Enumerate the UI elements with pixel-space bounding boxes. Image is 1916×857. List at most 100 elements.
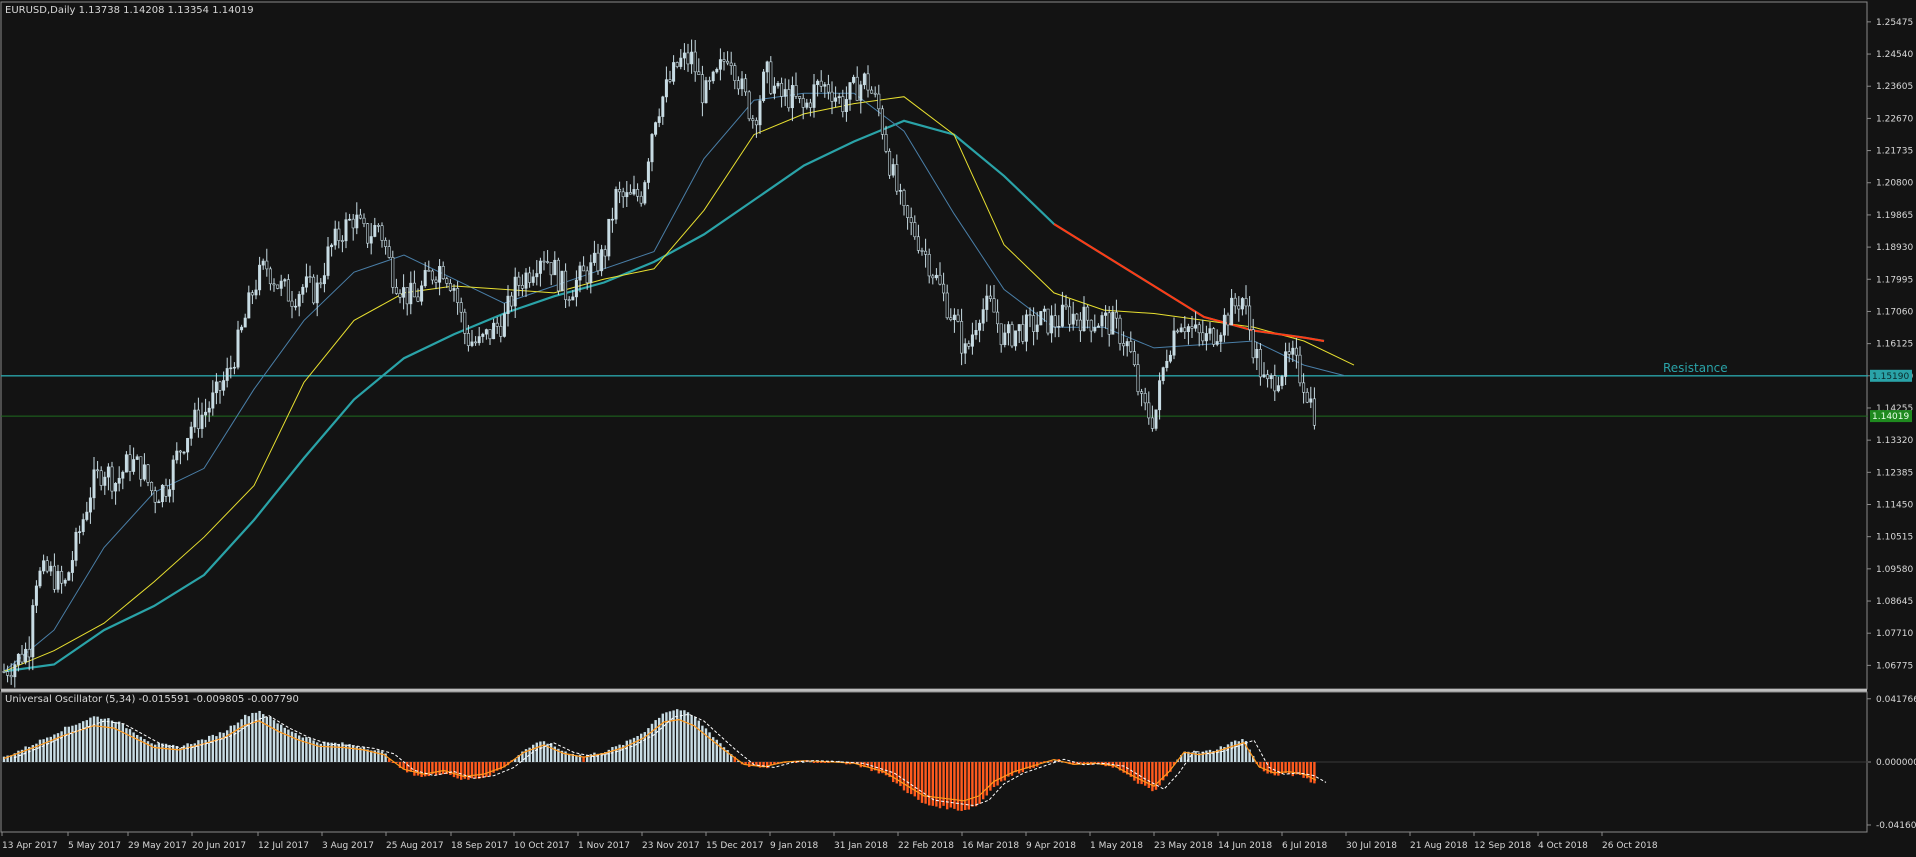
candle-body (1071, 313, 1075, 325)
candle-body (531, 276, 535, 283)
candle-body (416, 296, 420, 302)
candle-body (693, 51, 697, 73)
candle-body (528, 272, 532, 283)
candle-body (661, 96, 665, 117)
candle-body (704, 80, 708, 104)
candle-body (934, 274, 938, 279)
candle-body (578, 265, 582, 281)
osc-bar (348, 744, 351, 762)
osc-bar (74, 724, 78, 762)
candle-body (866, 73, 870, 91)
current-price-tag-text: 1.14019 (1872, 412, 1909, 422)
candle-body (823, 84, 827, 87)
osc-bar (1151, 762, 1154, 792)
candle-body (621, 191, 625, 198)
osc-bar (164, 743, 168, 762)
candle-body (567, 299, 571, 301)
candle-body (276, 284, 280, 289)
candle-body (1024, 314, 1028, 342)
candle-body (974, 330, 978, 336)
candle-body (603, 249, 607, 257)
candle-body (884, 134, 888, 152)
price-tick-label: 1.07710 (1876, 629, 1913, 639)
time-tick-label: 30 Jul 2018 (1346, 841, 1397, 851)
candle-body (967, 343, 971, 347)
osc-bar (978, 762, 981, 804)
osc-bar (928, 762, 931, 806)
candle-body (348, 218, 352, 221)
candle-body (286, 279, 290, 302)
candle-body (1010, 324, 1014, 347)
candle-body (895, 164, 899, 192)
candle-body (668, 79, 672, 82)
osc-bar (244, 714, 247, 762)
candle-body (744, 78, 748, 93)
candle-body (240, 326, 244, 331)
time-tick-label: 18 Sep 2017 (451, 841, 508, 851)
osc-bar (1050, 761, 1053, 763)
candle-body (171, 459, 175, 490)
candle-body (1179, 327, 1183, 333)
osc-bar (1028, 762, 1032, 769)
candle-body (592, 252, 596, 263)
osc-bar (766, 762, 769, 769)
osc-bar (992, 762, 996, 788)
candle-body (178, 450, 182, 453)
candle-body (837, 96, 841, 99)
osc-bar (312, 740, 315, 762)
candle-body (211, 392, 215, 409)
osc-bar (1003, 762, 1006, 781)
osc-bar (460, 762, 463, 780)
candle-body (970, 334, 974, 347)
candle-body (1222, 314, 1226, 336)
osc-bar (942, 762, 945, 806)
candle-body (103, 476, 107, 486)
candle-body (124, 454, 128, 473)
candle-body (1212, 328, 1216, 345)
candle-body (769, 61, 773, 94)
time-tick-label: 20 Jun 2017 (192, 841, 246, 851)
osc-bar (211, 734, 214, 762)
candle-body (942, 283, 946, 294)
osc-bar (550, 743, 553, 762)
candle-body (1114, 311, 1118, 319)
osc-bar (64, 726, 67, 762)
osc-bar (1309, 762, 1312, 783)
osc-bar (420, 762, 423, 777)
candle-body (700, 74, 704, 104)
candle-body (949, 317, 953, 321)
candle-body (247, 292, 251, 319)
candle-body (834, 97, 838, 102)
candle-body (1132, 351, 1136, 366)
candle-body (1122, 343, 1126, 347)
candle-body (870, 89, 874, 94)
candle-body (301, 286, 305, 295)
candle-body (542, 260, 546, 263)
price-tick-label: 1.21735 (1876, 147, 1913, 157)
osc-bar (704, 728, 708, 762)
candle-body (441, 266, 445, 280)
candle-body (182, 451, 186, 454)
osc-bar (1262, 762, 1266, 772)
candle-body (826, 84, 830, 93)
candle-body (646, 161, 650, 183)
candle-body (49, 565, 53, 572)
candle-body (430, 270, 434, 281)
candle-body (92, 469, 96, 499)
candle-body (78, 531, 82, 533)
osc-bar (974, 762, 978, 807)
candle-body (643, 182, 647, 204)
osc-bar (629, 739, 632, 762)
candle-body (513, 276, 517, 307)
osc-bar (251, 712, 254, 762)
osc-bar (168, 744, 171, 762)
candle-body (24, 648, 28, 663)
candle-body (1312, 398, 1316, 426)
osc-bar (578, 754, 582, 762)
osc-bar (172, 744, 175, 762)
candle-body (319, 282, 323, 285)
candle-body (754, 120, 758, 126)
candle-body (686, 52, 690, 65)
osc-bar (1136, 762, 1140, 784)
price-chart[interactable]: 1.25475 1.24540 1.23605 1.22670 1.21735 1.208… (0, 0, 1916, 857)
